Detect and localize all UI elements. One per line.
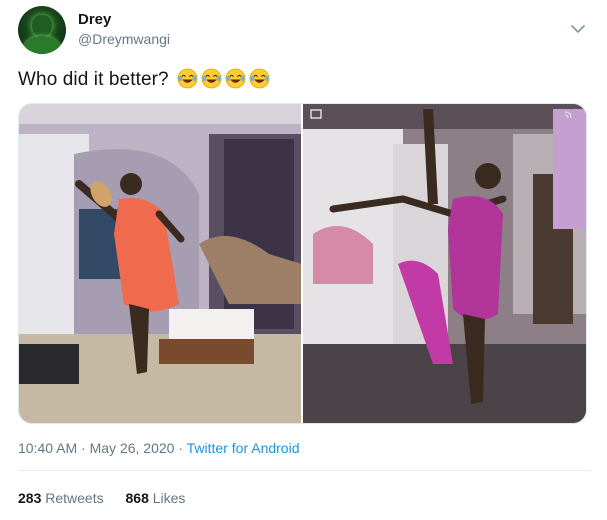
avatar-shoulders-shape [24, 36, 60, 54]
tweet-header: Drey @Dreymwangi [18, 6, 591, 58]
photo-man-kicking-icon [19, 104, 301, 423]
meta-separator: · [178, 440, 184, 456]
chevron-down-icon[interactable] [569, 20, 587, 38]
author-handle[interactable]: @Dreymwangi [78, 31, 170, 47]
photo-woman-kicking-icon [303, 104, 586, 423]
tweet-metadata: 10:40 AM · May 26, 2020 · Twitter for An… [18, 440, 299, 456]
media-photo-right[interactable] [303, 104, 586, 423]
likes-stat[interactable]: 868 Likes [126, 490, 186, 506]
retweets-count: 283 [18, 490, 42, 506]
likes-label: Likes [152, 490, 186, 506]
author-name[interactable]: Drey [78, 11, 111, 28]
retweets-stat[interactable]: 283 Retweets [18, 490, 104, 506]
laughing-emoji-icon [225, 68, 246, 89]
avatar-face-shape [32, 15, 52, 37]
laughing-emoji-icon [249, 68, 270, 89]
meta-separator: · [81, 440, 86, 456]
tweet-stats: 283 Retweets 868 Likes [18, 490, 203, 506]
avatar[interactable] [18, 6, 66, 54]
tweet-source-link[interactable]: Twitter for Android [187, 440, 300, 456]
retweets-label: Retweets [45, 490, 104, 506]
laughing-emoji-icon [201, 68, 222, 89]
likes-count: 868 [125, 490, 149, 506]
laughing-emoji-icon [177, 68, 198, 89]
media-grid [18, 103, 587, 424]
tweet-date[interactable]: May 26, 2020 [90, 440, 175, 456]
tweet-time[interactable]: 10:40 AM [18, 440, 77, 456]
tweet-text: Who did it better? [18, 68, 270, 91]
tweet-text-content: Who did it better? [18, 69, 169, 90]
media-photo-left[interactable] [19, 104, 301, 423]
divider [18, 470, 591, 471]
